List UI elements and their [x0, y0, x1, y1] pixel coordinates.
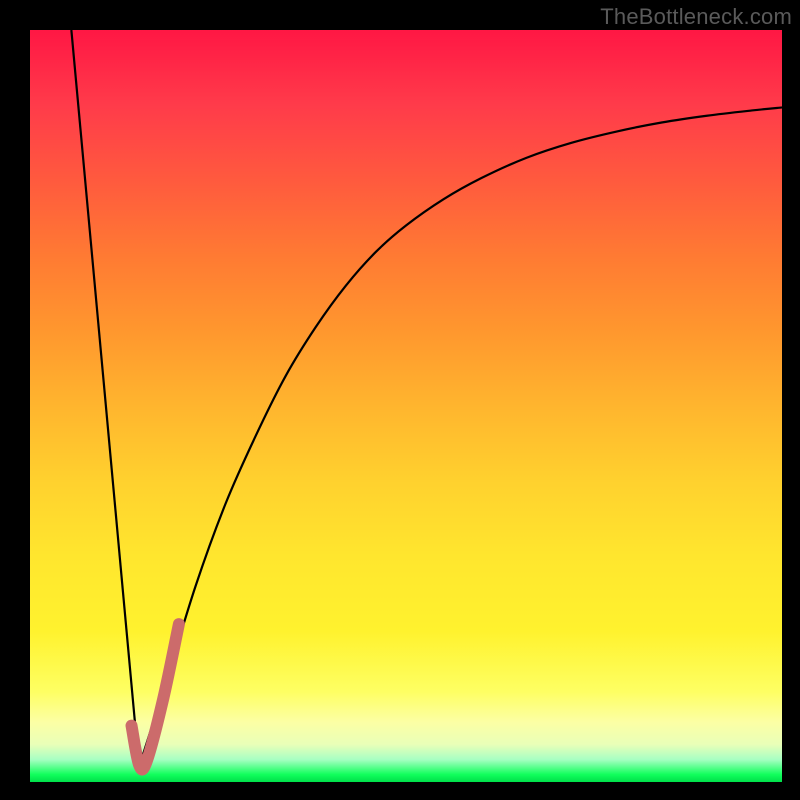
series-highlight-segment — [132, 624, 179, 769]
chart-plot-area — [30, 30, 782, 782]
series-main-curve — [139, 107, 782, 767]
series-left-descender — [71, 30, 139, 767]
watermark-text: TheBottleneck.com — [600, 4, 792, 30]
chart-svg — [30, 30, 782, 782]
